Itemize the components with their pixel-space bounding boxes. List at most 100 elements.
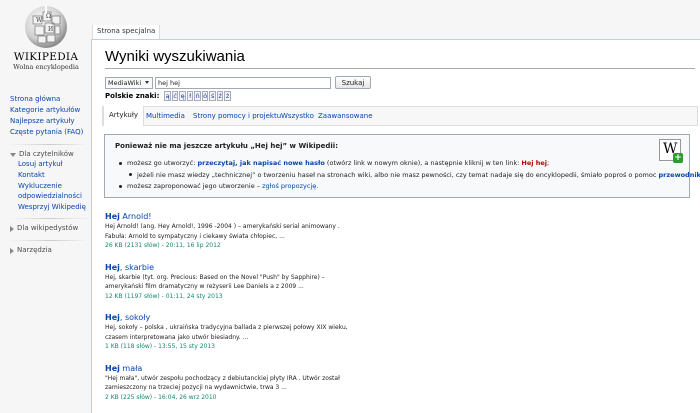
tab-everything[interactable]: Wszystko xyxy=(281,112,314,120)
result-title-rest: , sokoły xyxy=(119,313,151,322)
chevron-down-icon xyxy=(10,152,16,157)
char-button[interactable]: ó xyxy=(201,91,209,101)
how-to-write-link[interactable]: przeczytaj, jak napisać nowe hasło xyxy=(197,159,324,167)
notice-text: ; xyxy=(546,159,550,167)
bullet-icon xyxy=(119,184,122,188)
result-title-rest: mała xyxy=(119,363,143,373)
sidebar-item-random[interactable]: Losuj artykuł xyxy=(18,160,92,170)
sidebar-section-label: Dla czytelników xyxy=(19,150,74,158)
main-content: Wyniki wyszukiwania MediaWiki hej hej Sz… xyxy=(91,39,700,413)
logo-title: WIKIPEDIA xyxy=(13,51,79,63)
search-results: Hej Arnold! Hej Arnold! (ang. Hey Arnold… xyxy=(105,211,695,413)
logo-subtitle: Wolna encyklopedia xyxy=(13,63,79,71)
create-hej-hej-link[interactable]: Hej hej xyxy=(521,159,547,167)
result-title-link[interactable]: Hej Arnold! xyxy=(105,211,695,222)
result-snippet: Hej Arnold! (ang. Hey Arnold!, 1996 -200… xyxy=(105,223,340,230)
notice-subitem: jeżeli nie masz wiedzy „technicznej” o t… xyxy=(119,170,700,182)
tab-advanced[interactable]: Zaawansowane xyxy=(318,112,373,120)
sidebar-item-main-page[interactable]: Strona główna xyxy=(10,94,92,105)
sidebar-section-label: Narzędzia xyxy=(17,246,52,254)
chevron-right-icon xyxy=(10,225,14,232)
bullet-icon xyxy=(119,161,122,165)
result-title-rest: , skarbie xyxy=(119,262,155,272)
special-characters: Polskie znaki: ą ć ę ł ń ó ś ź ż xyxy=(105,91,232,101)
notice-text: . xyxy=(316,182,319,190)
char-button[interactable]: ż xyxy=(224,91,231,101)
tab-help-pages[interactable]: Strony pomocy i projektu xyxy=(193,112,281,120)
search-result: Hej Arnold! Hej Arnold! (ang. Hey Arnold… xyxy=(105,211,695,251)
sidebar-section-label: Dla wikipedystów xyxy=(17,224,79,232)
result-title-match: Hej xyxy=(105,262,120,272)
sidebar: W Ω И WIKIPEDIA Wolna encyklopedia Stron… xyxy=(0,0,92,413)
sidebar-section-editors[interactable]: Dla wikipedystów xyxy=(10,223,92,234)
wikipedia-globe-icon: W Ω И xyxy=(25,6,67,48)
search-result: Hej mała "Hej mała", utwór zespołu pocho… xyxy=(105,363,695,403)
result-title-match: Hej xyxy=(105,313,120,322)
sidebar-section-readers[interactable]: Dla czytelników xyxy=(10,149,92,160)
char-button[interactable]: ę xyxy=(179,91,186,101)
result-meta: 26 KB (2131 słów) - 20:11, 16 lip 2012 xyxy=(105,242,221,249)
result-snippet: "Hej mała", utwór zespołu pochodzący z d… xyxy=(105,374,340,382)
result-snippet: Hej, sokoły – polska , ukraińska tradycy… xyxy=(105,324,348,331)
notice-title: Ponieważ nie ma jeszcze artykułu „Hej he… xyxy=(115,142,338,150)
search-result: Hej, sokoły Hej, sokoły – polska , ukrai… xyxy=(105,312,695,352)
sidebar-item-best-articles[interactable]: Najlepsze artykuły xyxy=(10,116,92,127)
search-profile-value: MediaWiki xyxy=(108,78,142,87)
sidebar-divider xyxy=(10,240,90,241)
svg-text:Ω: Ω xyxy=(46,13,51,20)
char-button[interactable]: ł xyxy=(186,91,194,101)
sidebar-section-tools[interactable]: Narzędzia xyxy=(10,245,92,256)
search-result: Hej, skarbie Hej, skarbie (tyt. org. Pre… xyxy=(105,262,695,302)
sidebar-item-donate[interactable]: Wesprzyj Wikipedię xyxy=(18,203,92,213)
result-title-rest: Arnold! xyxy=(119,212,152,221)
notice-text: (otwórz link w nowym oknie), a następnie… xyxy=(324,159,522,167)
search-button[interactable]: Szukaj xyxy=(335,76,371,89)
sidebar-item-disclaimer[interactable]: Wykluczenie odpowiedzialności xyxy=(18,182,92,201)
sidebar-navigation: Strona główna Kategorie artykułów Najlep… xyxy=(10,94,92,256)
propose-article-link[interactable]: zgłoś propozycję xyxy=(262,182,316,190)
notice-item: możesz go utworzyć: przeczytaj, jak napi… xyxy=(119,158,700,170)
result-snippet: Fabuła: Arnold to sympatyczny i ciekawy … xyxy=(105,232,285,240)
chevron-down-icon xyxy=(145,81,149,84)
chevron-right-icon xyxy=(10,247,14,254)
wikipedia-logo[interactable]: W Ω И WIKIPEDIA Wolna encyklopedia xyxy=(8,4,84,84)
result-snippet: zamieszczony na trzeciej pozycji na wyda… xyxy=(105,384,287,391)
notice-item: możesz zaproponować jego utworzenie – zg… xyxy=(119,181,700,193)
tab-multimedia[interactable]: Multimedia xyxy=(146,112,185,120)
char-button[interactable]: ą xyxy=(164,91,171,101)
char-button[interactable]: ć xyxy=(171,91,179,101)
svg-text:И: И xyxy=(48,26,53,33)
create-article-notice: Ponieważ nie ma jeszcze artykułu „Hej he… xyxy=(104,134,700,198)
bullet-icon xyxy=(129,173,132,176)
title-divider xyxy=(105,68,695,69)
sidebar-item-categories[interactable]: Kategorie artykułów xyxy=(10,105,92,116)
result-title-link[interactable]: Hej, skarbie xyxy=(105,262,695,273)
search-input[interactable]: hej hej xyxy=(155,76,331,89)
char-button[interactable]: ń xyxy=(194,91,201,101)
search-profile-select[interactable]: MediaWiki xyxy=(105,76,153,89)
char-button[interactable]: ź xyxy=(216,91,224,101)
sidebar-divider xyxy=(10,144,90,145)
result-title-link[interactable]: Hej, sokoły xyxy=(105,312,695,323)
notice-text: jeżeli nie masz wiedzy „technicznej” o t… xyxy=(137,170,659,179)
sidebar-readers-list: Losuj artykuł Kontakt Wykluczenie odpowi… xyxy=(10,160,92,212)
notice-text: możesz go utworzyć: xyxy=(127,159,198,167)
result-title-match: Hej xyxy=(105,363,120,373)
result-title-match: Hej xyxy=(105,212,120,221)
special-characters-label: Polskie znaki: xyxy=(105,92,160,100)
page-title: Wyniki wyszukiwania xyxy=(105,48,245,65)
sidebar-item-faq[interactable]: Częste pytania (FAQ) xyxy=(10,127,92,138)
result-snippet: amerykański film dramatyczny w reżyserii… xyxy=(105,283,304,290)
tab-articles[interactable]: Artykuły xyxy=(103,106,144,126)
search-form: MediaWiki hej hej Szukaj xyxy=(105,76,371,89)
tab-special-page[interactable]: Strona specjalna xyxy=(92,25,161,40)
result-title-link[interactable]: Hej mała xyxy=(105,363,695,374)
guide-link[interactable]: przewodnika xyxy=(659,171,700,179)
result-meta: 12 KB (1197 słów) - 01:11, 24 sty 2013 xyxy=(105,292,223,300)
notice-text: możesz zaproponować jego utworzenie – xyxy=(127,182,263,190)
char-button[interactable]: ś xyxy=(209,91,216,101)
search-type-tabs: Artykuły Multimedia Strony pomocy i proj… xyxy=(102,106,698,126)
result-snippet: Hej, skarbie (tyt. org. Precious: Based … xyxy=(105,273,325,281)
sidebar-item-contact[interactable]: Kontakt xyxy=(18,171,92,181)
result-meta: 2 KB (225 słów) - 16:04, 26 wrz 2010 xyxy=(105,393,217,401)
